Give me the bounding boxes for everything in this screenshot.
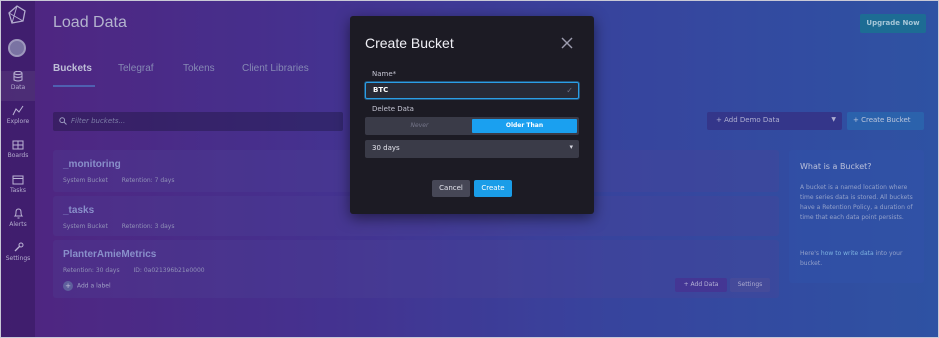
option-never[interactable]: Never [367,119,472,133]
cancel-button[interactable]: Cancel [432,180,470,197]
retention-duration-select[interactable]: 30 days ▾ [365,140,579,158]
chevron-down-icon: ▾ [569,143,573,151]
create-button[interactable]: Create [474,180,512,197]
create-bucket-dialog: Create Bucket Name* BTC ✓ Delete Data Ne… [350,16,594,214]
bucket-name-field[interactable]: BTC ✓ [365,82,579,99]
delete-data-toggle: Never Older Than [365,117,579,135]
option-older-than[interactable]: Older Than [472,119,577,133]
dialog-title: Create Bucket [365,35,454,51]
bucket-name-value: BTC [373,86,389,94]
close-icon[interactable] [560,36,574,50]
check-icon: ✓ [566,86,573,95]
app-window: Data Explore Boards Tasks Alerts Setting… [0,0,939,338]
name-label: Name* [372,70,397,78]
retention-duration-value: 30 days [372,144,400,152]
delete-data-label: Delete Data [372,105,414,113]
